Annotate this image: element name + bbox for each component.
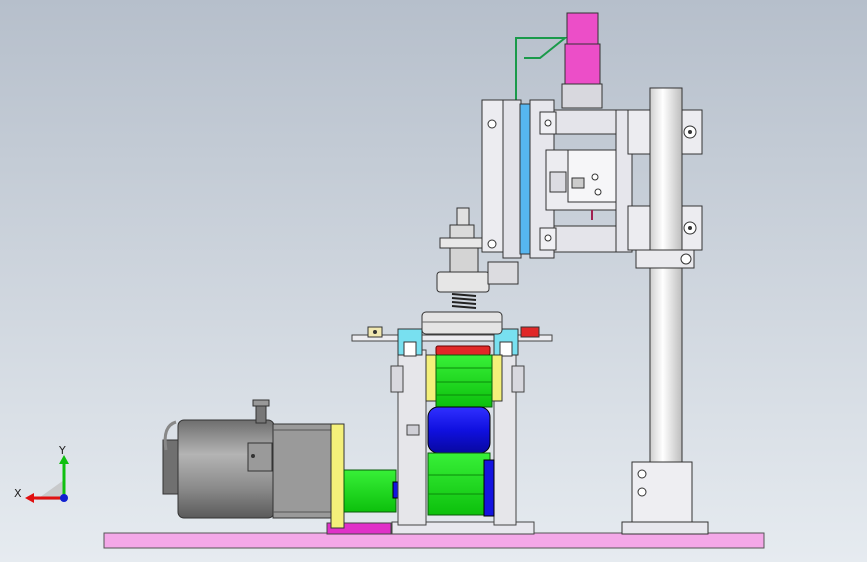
cad-viewport[interactable]: Y X (0, 0, 867, 562)
shaft-coupling[interactable] (343, 469, 406, 513)
mechanical-assembly-drawing: Y X (0, 0, 867, 562)
x-axis-label: X (14, 487, 22, 500)
y-axis-label: Y (58, 444, 66, 457)
